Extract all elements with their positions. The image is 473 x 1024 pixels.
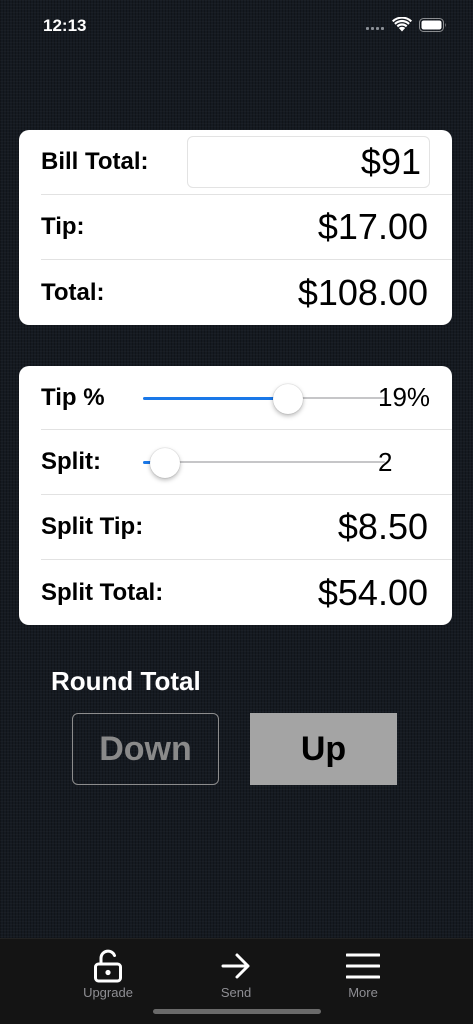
tip-row: Tip: $17.00 xyxy=(41,195,452,260)
tip-percent-slider[interactable] xyxy=(143,383,385,414)
tip-amount: $17.00 xyxy=(317,206,428,247)
tip-slider-fill xyxy=(143,396,288,400)
unlock-icon xyxy=(94,949,122,983)
cellular-signal-icon xyxy=(366,27,384,30)
split-slider-track xyxy=(165,461,385,463)
round-up-button[interactable]: Up xyxy=(250,713,397,785)
bill-total-input[interactable] xyxy=(187,136,430,188)
round-down-button[interactable]: Down xyxy=(72,713,219,785)
bill-card: Bill Total: Tip: $17.00 Total: $108.00 xyxy=(19,130,452,325)
split-total-amount: $54.00 xyxy=(317,571,428,613)
tip-percent-row: Tip % 19% xyxy=(41,366,452,430)
split-total-label: Split Total: xyxy=(41,578,164,606)
total-row: Total: $108.00 xyxy=(41,260,452,325)
wifi-icon xyxy=(392,17,412,32)
tab-send[interactable]: Send xyxy=(191,939,281,1003)
split-slider[interactable] xyxy=(143,448,385,478)
battery-icon xyxy=(419,18,446,32)
split-label: Split: xyxy=(41,448,101,475)
split-slider-thumb[interactable] xyxy=(150,448,180,478)
tip-percent-label: Tip % xyxy=(41,383,105,411)
split-row: Split: 2 xyxy=(41,430,452,495)
tab-more-label: More xyxy=(348,985,378,1000)
tip-percent-value: 19% xyxy=(378,382,431,412)
status-bar: 12:13 xyxy=(0,0,473,50)
split-tip-amount: $8.50 xyxy=(337,506,428,547)
split-tip-row: Split Tip: $8.50 xyxy=(41,495,452,560)
split-total-row: Split Total: $54.00 xyxy=(41,560,452,625)
arrow-right-icon xyxy=(221,953,250,979)
round-total-label: Round Total xyxy=(51,666,201,696)
split-card: Tip % 19% Split: 2 Split Tip: $8.50 Spli… xyxy=(19,366,452,625)
tab-upgrade[interactable]: Upgrade xyxy=(63,939,153,1003)
split-value: 2 xyxy=(378,446,393,477)
tab-more[interactable]: More xyxy=(318,939,408,1003)
tip-slider-thumb[interactable] xyxy=(273,383,303,414)
split-tip-label: Split Tip: xyxy=(41,513,144,540)
status-time: 12:13 xyxy=(43,16,87,35)
home-indicator xyxy=(153,1009,321,1014)
total-label: Total: xyxy=(41,278,105,306)
tab-send-label: Send xyxy=(220,985,252,1000)
tip-label: Tip: xyxy=(41,213,85,240)
bill-total-label: Bill Total: xyxy=(41,148,149,175)
tab-upgrade-label: Upgrade xyxy=(83,985,133,1000)
total-amount: $108.00 xyxy=(297,271,428,313)
bill-total-row: Bill Total: xyxy=(41,130,452,195)
hamburger-menu-icon xyxy=(346,953,380,979)
